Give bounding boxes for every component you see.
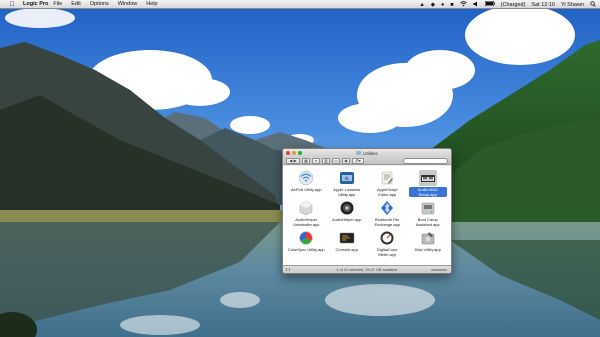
app-item[interactable]: Bluetooth File Exchange.app bbox=[367, 200, 408, 230]
close-button[interactable] bbox=[286, 151, 290, 155]
color-meter-icon bbox=[378, 230, 396, 246]
menu-options[interactable]: Options bbox=[90, 1, 109, 7]
app-name: Disk Utility.app bbox=[414, 247, 441, 252]
app-name: Audio MIDI Setup.app bbox=[408, 187, 447, 197]
apple-menu-icon[interactable]:  bbox=[8, 0, 16, 9]
app-item[interactable]: AirPort Utility.app bbox=[286, 170, 327, 200]
window-title-bar[interactable]: Utilities bbox=[283, 149, 451, 157]
applescript-scroll-icon bbox=[378, 170, 396, 186]
app-item[interactable]: Disk Utility.app bbox=[408, 230, 449, 260]
app-name: Console.app bbox=[335, 247, 358, 252]
console-icon bbox=[338, 230, 356, 246]
coverflow-view-button[interactable]: ▭ bbox=[332, 157, 340, 164]
search-input[interactable] bbox=[403, 157, 448, 164]
wifi-icon[interactable] bbox=[459, 0, 467, 9]
audiohelper-icon bbox=[338, 200, 356, 216]
bootcamp-disk-icon bbox=[419, 200, 437, 216]
quick-look-button[interactable]: ◉ bbox=[342, 157, 350, 164]
app-name: AudioHelper Uninstaller.app bbox=[293, 217, 320, 227]
bluetooth-icon bbox=[378, 200, 396, 216]
menu-edit[interactable]: Edit bbox=[71, 1, 80, 7]
volume-icon[interactable] bbox=[473, 1, 479, 9]
menu-window[interactable]: Window bbox=[118, 1, 138, 7]
airport-wifi-icon bbox=[297, 170, 315, 186]
app-menu-logic-pro[interactable]: Logic Pro bbox=[23, 1, 48, 7]
colorsync-icon bbox=[297, 230, 315, 246]
battery-icon[interactable] bbox=[484, 1, 495, 8]
app-name: AirPort Utility.app bbox=[290, 187, 322, 192]
clock[interactable]: Sat 12:10 bbox=[531, 2, 555, 8]
app-name: AudioHelper.app bbox=[331, 217, 362, 222]
list-view-button[interactable]: ≡ bbox=[312, 157, 320, 164]
app-item[interactable]: ColorSync Utility.app bbox=[286, 230, 327, 260]
app-name: ColorSync Utility.app bbox=[287, 247, 325, 252]
app-item[interactable]: Boot Camp Assistant.app bbox=[408, 200, 449, 230]
resize-grip-icon[interactable] bbox=[286, 268, 290, 271]
uninstaller-icon bbox=[297, 200, 315, 216]
status-glyph-3-icon[interactable]: ● bbox=[441, 2, 444, 8]
file-icon-grid: AirPort Utility.app AL Apple Lossless Ut… bbox=[283, 166, 451, 266]
apple-lossless-icon: AL bbox=[338, 170, 356, 186]
user-menu[interactable]: Yi Shawn bbox=[561, 2, 584, 8]
status-glyph-1-icon[interactable]: ▲ bbox=[419, 2, 424, 8]
app-name: Apple Lossless Utility.app bbox=[333, 187, 361, 197]
menu-file[interactable]: File bbox=[53, 1, 62, 7]
app-item[interactable]: AudioHelper.app bbox=[327, 200, 368, 230]
window-controls bbox=[286, 151, 304, 155]
app-item[interactable]: Console.app bbox=[327, 230, 368, 260]
disk-utility-icon bbox=[419, 230, 437, 246]
back-forward-button[interactable]: ◀ ▶ bbox=[286, 157, 300, 164]
minimize-button[interactable] bbox=[292, 151, 296, 155]
app-item[interactable]: AL Apple Lossless Utility.app bbox=[327, 170, 368, 200]
zoom-button[interactable] bbox=[298, 151, 302, 155]
app-item[interactable]: AppleScript Editor.app bbox=[367, 170, 408, 200]
finder-window: Utilities ◀ ▶ ▦ ≡ ▥ ▭ ◉ ⚙▾ AirPort Utili… bbox=[282, 148, 452, 274]
window-title: Utilities bbox=[363, 150, 378, 156]
icon-view-button[interactable]: ▦ bbox=[302, 157, 310, 164]
menu-bar:  Logic Pro File Edit Options Window Hel… bbox=[0, 0, 600, 9]
app-name: AppleScript Editor.app bbox=[377, 187, 398, 197]
finder-toolbar: ◀ ▶ ▦ ≡ ▥ ▭ ◉ ⚙▾ bbox=[283, 157, 451, 165]
midi-keyboard-icon bbox=[418, 170, 437, 186]
folder-icon bbox=[356, 151, 362, 155]
app-name: DigitalColor Meter.app bbox=[376, 247, 398, 257]
app-item[interactable]: DigitalColor Meter.app bbox=[367, 230, 408, 260]
spotlight-search-icon[interactable] bbox=[590, 0, 596, 9]
app-name: Bluetooth File Exchange.app bbox=[374, 217, 401, 227]
action-gear-button[interactable]: ⚙▾ bbox=[352, 157, 364, 164]
icon-size-slider[interactable] bbox=[431, 269, 447, 271]
app-item[interactable]: AudioHelper Uninstaller.app bbox=[286, 200, 327, 230]
status-glyph-2-icon[interactable]: ◆ bbox=[431, 2, 435, 8]
status-text: 1 of 31 selected, 25.47 GB available bbox=[336, 267, 398, 272]
svg-text:AL: AL bbox=[344, 176, 350, 181]
column-view-button[interactable]: ▥ bbox=[322, 157, 330, 164]
battery-status[interactable]: (Charged) bbox=[501, 2, 526, 8]
status-glyph-4-icon[interactable]: ■ bbox=[450, 2, 453, 8]
app-item-selected[interactable]: Audio MIDI Setup.app bbox=[408, 170, 449, 200]
status-bar: 1 of 31 selected, 25.47 GB available bbox=[283, 265, 451, 273]
menu-help[interactable]: Help bbox=[146, 1, 157, 7]
app-name: Boot Camp Assistant.app bbox=[415, 217, 440, 227]
menu-extras: ▲ ◆ ● ■ (Charged) Sat 12:10 Yi Shawn bbox=[413, 0, 596, 9]
